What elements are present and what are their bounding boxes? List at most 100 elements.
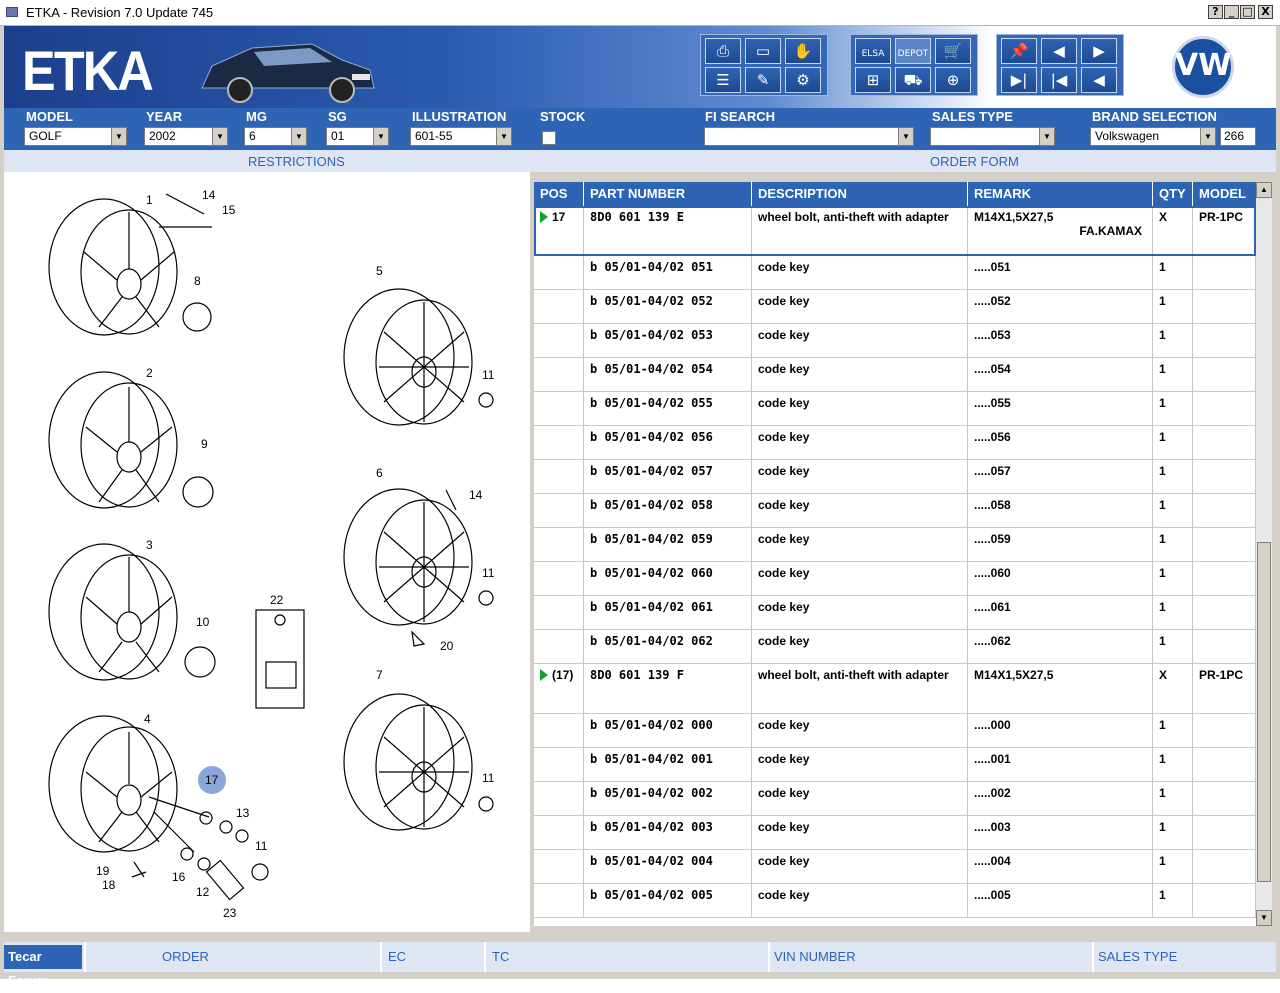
network-icon[interactable]: ⊞ <box>855 67 891 93</box>
cell-pos <box>534 884 584 918</box>
table-row[interactable]: b 05/01-04/02 054 code key .....054 1 <box>534 358 1256 392</box>
col-pos[interactable]: POS <box>534 182 584 206</box>
cell-qty-text: X <box>1159 210 1168 224</box>
callout-11d: 11 <box>255 839 268 853</box>
year-select[interactable]: 2002 ▼ <box>144 127 228 146</box>
chevron-down-icon[interactable]: ▼ <box>373 128 388 145</box>
wheel-diagram: 1 14 15 8 5 11 2 9 6 14 3 10 22 11 20 7 … <box>48 188 495 920</box>
cell-desc-text: code key <box>758 328 810 342</box>
table-row[interactable]: b 05/01-04/02 005 code key .....005 1 <box>534 884 1256 918</box>
table-row[interactable]: b 05/01-04/02 056 code key .....056 1 <box>534 426 1256 460</box>
car-service-icon[interactable]: ⚙ <box>785 67 821 93</box>
table-row[interactable]: b 05/01-04/02 001 code key .....001 1 <box>534 748 1256 782</box>
pencil-icon[interactable]: ✎ <box>745 67 781 93</box>
table-scrollbar[interactable]: ▲ ▼ <box>1256 182 1272 926</box>
play-arrow-icon[interactable] <box>540 211 548 223</box>
page-prev-icon[interactable]: ◀ <box>1041 38 1077 64</box>
chevron-down-icon[interactable]: ▼ <box>1200 128 1215 145</box>
table-row[interactable]: b 05/01-04/02 000 code key .....000 1 <box>534 714 1256 748</box>
illustration-select[interactable]: 601-55 ▼ <box>410 127 512 146</box>
table-row[interactable]: b 05/01-04/02 058 code key .....058 1 <box>534 494 1256 528</box>
vin-number-button[interactable]: VIN NUMBER <box>770 945 856 969</box>
help-button[interactable]: ? <box>1208 5 1223 19</box>
play-arrow-icon[interactable] <box>540 669 548 681</box>
sales-type-select[interactable]: ▼ <box>930 127 1055 146</box>
col-model[interactable]: MODEL <box>1193 182 1256 206</box>
list-icon[interactable]: ☰ <box>705 67 741 93</box>
cell-desc: code key <box>752 714 968 748</box>
back-icon[interactable]: ◀ <box>1081 67 1117 93</box>
handshake-icon[interactable]: ✋ <box>785 38 821 64</box>
ec-button[interactable]: EC <box>384 945 406 969</box>
printer-icon[interactable]: ⎙ <box>705 38 741 64</box>
cell-part-text: b 05/01-04/02 054 <box>590 362 713 376</box>
model-select[interactable]: GOLF ▼ <box>24 127 127 146</box>
restrictions-header[interactable]: RESTRICTIONS <box>248 154 345 169</box>
last-icon[interactable]: ▶| <box>1001 67 1037 93</box>
close-button[interactable]: X <box>1258 5 1273 19</box>
table-row[interactable]: 17 8D0 601 139 E wheel bolt, anti-theft wi… <box>534 206 1256 256</box>
col-part-number[interactable]: PART NUMBER <box>584 182 752 206</box>
mg-value: 6 <box>249 129 256 143</box>
scroll-up-icon[interactable]: ▲ <box>1256 182 1272 198</box>
table-row[interactable]: (17) 8D0 601 139 F wheel bolt, anti-theft … <box>534 664 1256 714</box>
cart-icon[interactable]: 🛒 <box>935 38 971 64</box>
order-form-header[interactable]: ORDER FORM <box>930 154 1019 169</box>
book-icon[interactable]: ▭ <box>745 38 781 64</box>
chevron-down-icon[interactable]: ▼ <box>1039 128 1054 145</box>
cell-part-text: b 05/01-04/02 061 <box>590 600 713 614</box>
car-icon[interactable]: ⛟ <box>895 67 931 93</box>
table-row[interactable]: b 05/01-04/02 061 code key .....061 1 <box>534 596 1256 630</box>
cell-qty-text: X <box>1159 668 1168 682</box>
model-label: MODEL <box>26 109 73 124</box>
table-row[interactable]: b 05/01-04/02 055 code key .....055 1 <box>534 392 1256 426</box>
table-row[interactable]: b 05/01-04/02 002 code key .....002 1 <box>534 782 1256 816</box>
stock-checkbox[interactable] <box>542 131 556 145</box>
chevron-down-icon[interactable]: ▼ <box>111 128 126 145</box>
col-qty[interactable]: QTY <box>1153 182 1193 206</box>
table-row[interactable]: b 05/01-04/02 052 code key .....052 1 <box>534 290 1256 324</box>
mg-select[interactable]: 6 ▼ <box>244 127 307 146</box>
cell-qty-text: 1 <box>1159 888 1166 902</box>
chevron-down-icon[interactable]: ▼ <box>496 128 511 145</box>
parts-illustration[interactable]: 1 14 15 8 5 11 2 9 6 14 3 10 22 11 20 7 … <box>4 172 530 932</box>
table-row[interactable]: b 05/01-04/02 059 code key .....059 1 <box>534 528 1256 562</box>
table-row[interactable]: b 05/01-04/02 057 code key .....057 1 <box>534 460 1256 494</box>
fi-search-select[interactable]: ▼ <box>704 127 914 146</box>
table-row[interactable]: b 05/01-04/02 060 code key .....060 1 <box>534 562 1256 596</box>
table-row[interactable]: b 05/01-04/02 003 code key .....003 1 <box>534 816 1256 850</box>
cell-model <box>1193 596 1256 630</box>
chevron-down-icon[interactable]: ▼ <box>898 128 913 145</box>
scroll-thumb[interactable] <box>1257 542 1271 882</box>
chevron-down-icon[interactable]: ▼ <box>212 128 227 145</box>
cell-qty-text: 1 <box>1159 260 1166 274</box>
cart-plus-icon[interactable]: ⊕ <box>935 67 971 93</box>
tecar-forum-button[interactable]: Tecar Forum <box>4 945 82 988</box>
app-icon[interactable] <box>6 7 18 17</box>
table-row[interactable]: b 05/01-04/02 053 code key .....053 1 <box>534 324 1256 358</box>
sg-label: SG <box>328 109 347 124</box>
cell-part: b 05/01-04/02 052 <box>584 290 752 324</box>
page-next-icon[interactable]: ▶ <box>1081 38 1117 64</box>
elsa-icon[interactable]: ELSA <box>855 38 891 64</box>
first-icon[interactable]: |◀ <box>1041 67 1077 93</box>
depot-icon[interactable]: DEPOT <box>895 38 931 64</box>
cell-desc: code key <box>752 748 968 782</box>
table-row[interactable]: b 05/01-04/02 004 code key .....004 1 <box>534 850 1256 884</box>
scroll-down-icon[interactable]: ▼ <box>1256 910 1272 926</box>
sales-type-button[interactable]: SALES TYPE <box>1094 945 1177 969</box>
col-description[interactable]: DESCRIPTION <box>752 182 968 206</box>
tc-button[interactable]: TC <box>488 945 509 969</box>
chevron-down-icon[interactable]: ▼ <box>291 128 306 145</box>
pin-icon[interactable]: 📌 <box>1001 38 1037 64</box>
sg-select[interactable]: 01 ▼ <box>326 127 389 146</box>
table-row[interactable]: b 05/01-04/02 051 code key .....051 1 <box>534 256 1256 290</box>
cell-pos <box>534 714 584 748</box>
table-row[interactable]: b 05/01-04/02 062 code key .....062 1 <box>534 630 1256 664</box>
minimize-button[interactable]: _ <box>1224 5 1239 19</box>
brand-select[interactable]: Volkswagen ▼ <box>1090 127 1216 146</box>
cell-remark-text: .....005 <box>974 888 1011 902</box>
col-remark[interactable]: REMARK <box>968 182 1153 206</box>
maximize-button[interactable]: □ <box>1240 5 1255 19</box>
order-button[interactable]: ORDER <box>158 945 209 969</box>
